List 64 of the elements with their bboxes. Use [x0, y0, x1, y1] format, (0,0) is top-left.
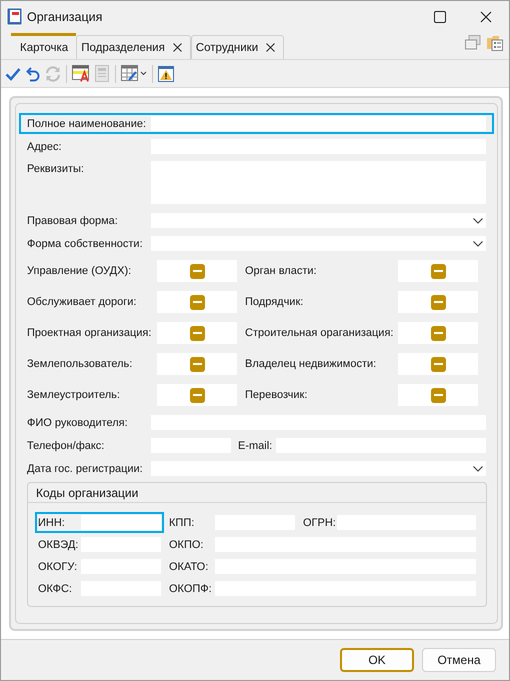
field-label: Землеустроитель: — [27, 389, 121, 401]
book-icon — [7, 8, 22, 25]
field-label: ОКВЭД: — [38, 538, 80, 550]
checkbox[interactable] — [190, 388, 204, 402]
field-label: ОКФС: — [38, 582, 73, 594]
field-label: Телефон/факс: — [27, 440, 106, 452]
field-label: Форма собственности: — [27, 238, 144, 250]
checkmark-icon[interactable] — [5, 66, 21, 82]
checkbox[interactable] — [430, 264, 446, 278]
field-label: Дата гос. регистрации: — [27, 462, 144, 474]
checkbox[interactable] — [190, 356, 204, 372]
tab[interactable]: Сотрудники — [190, 35, 284, 59]
close-icon[interactable] — [266, 43, 276, 52]
windows-icon[interactable] — [465, 34, 481, 50]
field-label: Владелец недвижимости: — [245, 358, 378, 370]
field-label: Орган власти: — [245, 265, 318, 277]
chevron-down-icon[interactable] — [473, 466, 483, 472]
field-label: ОКАТО: — [169, 560, 210, 572]
field-label: Проектная организация: — [27, 327, 152, 339]
dropdown-field[interactable] — [151, 213, 486, 228]
field-label: Управление (ОУДХ): — [27, 265, 132, 277]
dropdown-field[interactable] — [151, 236, 486, 251]
checkbox[interactable] — [430, 356, 446, 372]
group-title: Коды организации — [28, 483, 486, 503]
field-label: Подрядчик: — [245, 296, 304, 308]
text-field[interactable] — [81, 515, 161, 530]
close-icon[interactable] — [172, 43, 182, 52]
chevron-down-icon[interactable] — [473, 240, 483, 246]
field-label: ОГРН: — [303, 516, 337, 528]
checkbox[interactable] — [190, 326, 204, 340]
checkbox[interactable] — [190, 294, 204, 310]
field-label: ОКОГУ: — [38, 560, 78, 572]
dialog-button[interactable]: OK — [340, 648, 414, 672]
text-field[interactable] — [151, 116, 486, 131]
field-label: ОКПО: — [169, 538, 204, 550]
field-label: Обслуживает дороги: — [27, 296, 138, 308]
close-icon[interactable] — [480, 10, 492, 22]
field-label: ФИО руководителя: — [27, 416, 129, 428]
dialog-button[interactable]: Отмена — [422, 648, 496, 672]
window-title: Организация — [27, 10, 102, 24]
warning-icon[interactable] — [158, 66, 174, 82]
tab[interactable]: Подразделения — [76, 35, 191, 59]
field-label: E-mail: — [238, 440, 272, 452]
table-text-icon[interactable] — [72, 65, 90, 82]
field-label: ИНН: — [38, 516, 66, 528]
field-label: Правовая форма: — [27, 214, 119, 226]
checkbox[interactable] — [430, 326, 446, 340]
field-label: Землепользователь: — [27, 358, 134, 370]
maximize-icon[interactable] — [434, 10, 446, 22]
field-label: Полное наименование: — [27, 118, 148, 130]
checkbox[interactable] — [430, 294, 446, 310]
undo-icon[interactable] — [26, 66, 40, 82]
grid-edit-icon[interactable] — [121, 65, 147, 82]
checkbox[interactable] — [430, 388, 446, 402]
field-label: ОКОПФ: — [169, 582, 213, 594]
dropdown-field[interactable] — [151, 461, 486, 476]
folder-list-icon[interactable] — [487, 34, 503, 50]
checkbox[interactable] — [190, 264, 204, 278]
chevron-down-icon[interactable] — [473, 218, 483, 224]
field-label: Строительная ораганизация: — [245, 327, 394, 339]
field-label: КПП: — [169, 516, 196, 528]
field-label: Адрес: — [27, 140, 63, 152]
field-label: Реквизиты: — [27, 162, 85, 175]
field-label: Перевозчик: — [245, 389, 308, 401]
